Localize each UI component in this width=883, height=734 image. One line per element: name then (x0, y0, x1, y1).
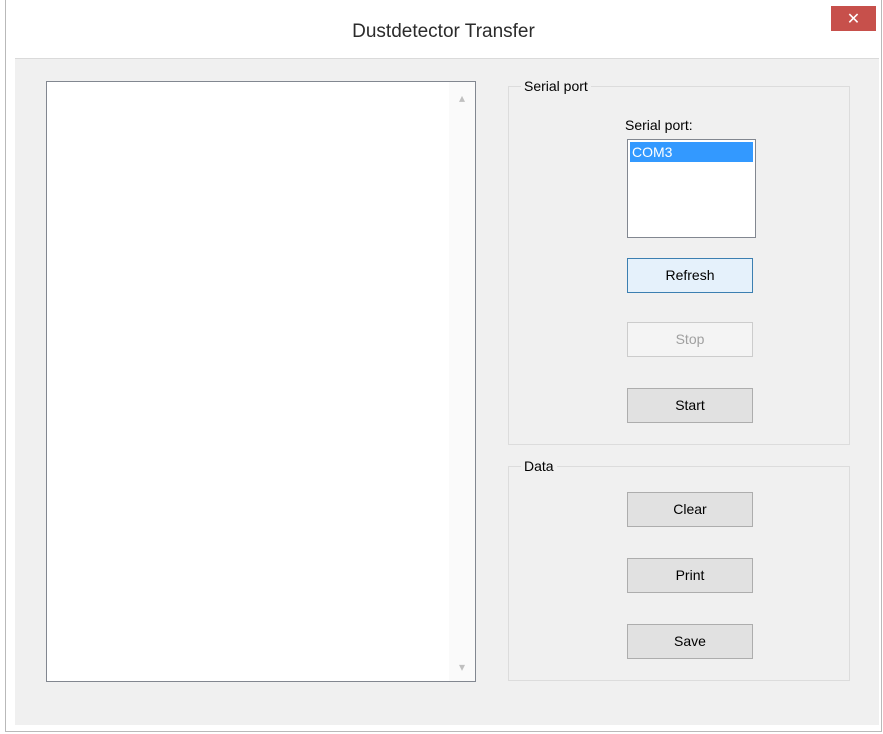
serial-port-option-com3[interactable]: COM3 (630, 142, 753, 162)
client-area: ▴ ▾ Serial port Serial port: COM3 Refres… (15, 58, 879, 725)
app-window: Dustdetector Transfer ✕ ▴ ▾ Serial port … (5, 0, 882, 732)
serial-port-group: Serial port Serial port: COM3 Refresh St… (508, 77, 850, 445)
stop-button[interactable]: Stop (627, 322, 753, 357)
close-icon: ✕ (846, 9, 861, 28)
scroll-down-icon[interactable]: ▾ (449, 655, 475, 679)
save-button[interactable]: Save (627, 624, 753, 659)
vertical-scrollbar[interactable]: ▴ ▾ (449, 82, 475, 681)
output-textarea[interactable]: ▴ ▾ (46, 81, 476, 682)
print-button[interactable]: Print (627, 558, 753, 593)
refresh-button[interactable]: Refresh (627, 258, 753, 293)
data-group-title: Data (521, 457, 557, 475)
data-group: Data Clear Print Save (508, 457, 850, 681)
serial-port-group-title: Serial port (521, 77, 591, 95)
start-button[interactable]: Start (627, 388, 753, 423)
serial-port-listbox[interactable]: COM3 (627, 139, 756, 238)
scroll-up-icon[interactable]: ▴ (449, 86, 475, 110)
close-button[interactable]: ✕ (831, 6, 876, 31)
window-title: Dustdetector Transfer (352, 21, 535, 42)
clear-button[interactable]: Clear (627, 492, 753, 527)
title-bar[interactable]: Dustdetector Transfer ✕ (6, 0, 881, 42)
serial-port-list-label: Serial port: (625, 117, 693, 133)
